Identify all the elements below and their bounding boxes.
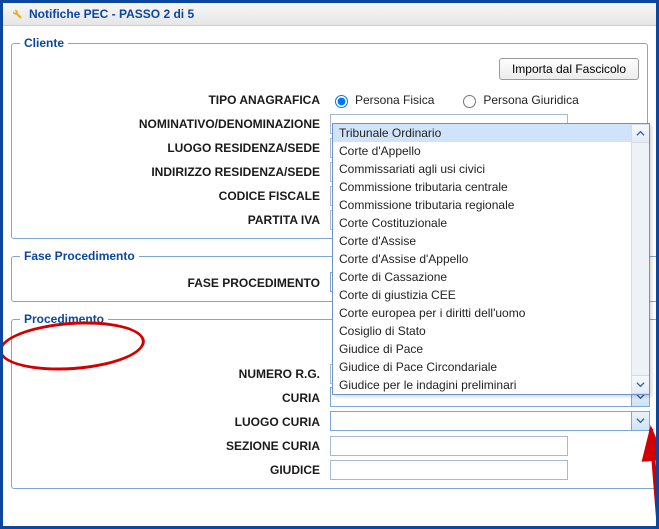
wrench-icon — [9, 6, 23, 23]
curia-option[interactable]: Commissione tributaria centrale — [333, 178, 632, 196]
curia-option[interactable]: Corte d'Assise d'Appello — [333, 250, 632, 268]
radio-persona-giuridica[interactable]: Persona Giuridica — [458, 92, 578, 108]
label-fase: FASE PROCEDIMENTO — [20, 276, 330, 290]
label-indirizzo: INDIRIZZO RESIDENZA/SEDE — [20, 165, 330, 179]
label-luogo: LUOGO RESIDENZA/SEDE — [20, 141, 330, 155]
curia-option[interactable]: Corte Costituzionale — [333, 214, 632, 232]
cliente-legend: Cliente — [20, 36, 68, 50]
sezione-curia-input[interactable] — [330, 436, 568, 456]
curia-option[interactable]: Corte d'Appello — [333, 142, 632, 160]
window-title: Notifiche PEC - PASSO 2 di 5 — [29, 7, 194, 21]
label-luogo-curia: LUOGO CURIA — [20, 415, 330, 429]
curia-option[interactable]: Corte europea per i diritti dell'uomo — [333, 304, 632, 322]
giudice-input[interactable] — [330, 460, 568, 480]
luogo-curia-select[interactable] — [330, 411, 650, 431]
curia-option[interactable]: Giudice per le indagini preliminari — [333, 376, 632, 394]
label-giudice: GIUDICE — [20, 463, 330, 477]
scroll-up-icon[interactable] — [632, 124, 649, 143]
chevron-down-icon[interactable] — [631, 412, 649, 430]
label-cf: CODICE FISCALE — [20, 189, 330, 203]
radio-persona-fisica[interactable]: Persona Fisica — [330, 92, 434, 108]
curia-option[interactable]: Tribunale Ordinario — [333, 124, 632, 142]
radio-persona-fisica-input[interactable] — [335, 95, 348, 108]
curia-dropdown-list[interactable]: Tribunale OrdinarioCorte d'AppelloCommis… — [332, 123, 650, 395]
label-numero-rg: NUMERO R.G. — [20, 367, 330, 381]
curia-option[interactable]: Corte di giustizia CEE — [333, 286, 632, 304]
label-tipo-anagrafica: TIPO ANAGRAFICA — [20, 93, 330, 107]
radio-persona-giuridica-input[interactable] — [463, 95, 476, 108]
titlebar: Notifiche PEC - PASSO 2 di 5 — [3, 3, 656, 26]
curia-option[interactable]: Cosiglio di Stato — [333, 322, 632, 340]
procedimento-legend: Procedimento — [20, 312, 108, 326]
curia-option[interactable]: Corte di Cassazione — [333, 268, 632, 286]
curia-option[interactable]: Giudice di Pace Circondariale — [333, 358, 632, 376]
app-window: Notifiche PEC - PASSO 2 di 5 Cliente Imp… — [0, 0, 659, 529]
import-fascicolo-button[interactable]: Importa dal Fascicolo — [499, 58, 639, 80]
fase-legend: Fase Procedimento — [20, 249, 139, 263]
radio-persona-giuridica-label: Persona Giuridica — [483, 93, 578, 107]
scrollbar[interactable] — [631, 124, 649, 394]
label-piva: PARTITA IVA — [20, 213, 330, 227]
label-curia: CURIA — [20, 391, 330, 405]
curia-option[interactable]: Commissione tributaria regionale — [333, 196, 632, 214]
scroll-down-icon[interactable] — [632, 375, 649, 394]
label-nominativo: NOMINATIVO/DENOMINAZIONE — [20, 117, 330, 131]
radio-persona-fisica-label: Persona Fisica — [355, 93, 434, 107]
curia-option[interactable]: Commissariati agli usi civici — [333, 160, 632, 178]
label-sezione-curia: SEZIONE CURIA — [20, 439, 330, 453]
curia-option[interactable]: Corte d'Assise — [333, 232, 632, 250]
curia-option[interactable]: Giudice di Pace — [333, 340, 632, 358]
